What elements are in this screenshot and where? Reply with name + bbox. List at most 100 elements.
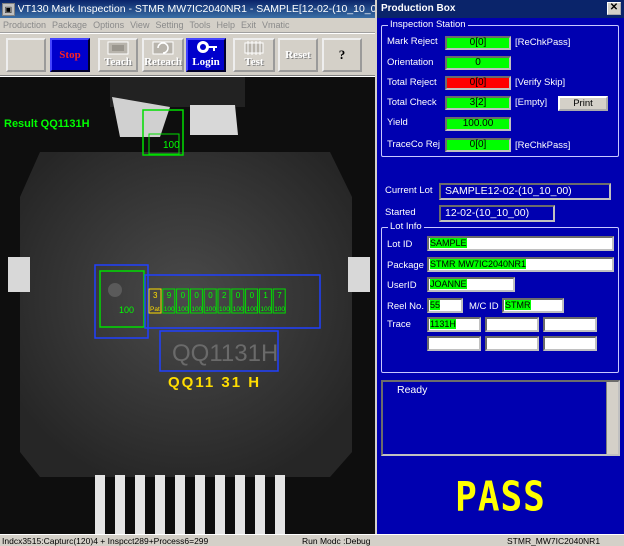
mcid-value: STMR <box>505 300 531 310</box>
result-label: Result QQ1131H <box>4 118 90 130</box>
char-label: 0 <box>181 291 186 300</box>
app-icon: ▣ <box>2 2 15 16</box>
message-scrollbar[interactable] <box>606 382 618 454</box>
menu-bar: Production Package Options View Setting … <box>0 18 375 33</box>
help-button[interactable]: ? <box>322 38 362 72</box>
chip-marking-text: QQ1131H <box>172 340 278 367</box>
orientation-label: Orientation <box>387 57 434 68</box>
package-label: Package <box>387 260 424 271</box>
char-label: 7 <box>277 291 282 300</box>
camera-image-view[interactable]: 100 Result QQ1131H 100 3 Pat 9 100 0 100 0 100 0… <box>0 77 375 534</box>
trace-field-1[interactable]: 1131H <box>427 317 481 332</box>
lot-id-label: Lot ID <box>387 239 413 250</box>
teach-label: Teach <box>104 56 132 68</box>
result-banner: PASS <box>455 473 546 522</box>
status-package: STMR_MW7IC2040NR1 <box>507 536 601 546</box>
trace-field-4[interactable] <box>427 336 481 351</box>
menu-help[interactable]: Help <box>217 20 236 30</box>
trace-field-3[interactable] <box>543 317 597 332</box>
user-id-value: JOANNE <box>430 279 467 289</box>
close-icon[interactable]: ✕ <box>607 2 621 15</box>
trace-field-2[interactable] <box>485 317 539 332</box>
started-value: 12-02-(10_10_00) <box>439 205 555 222</box>
help-icon: ? <box>338 47 346 62</box>
production-box: Production Box ✕ Inspection Station Mark… <box>375 0 624 534</box>
menu-vmatic[interactable]: Vmatic <box>262 20 290 30</box>
orientation-value: 0 <box>445 56 511 70</box>
teach-button[interactable]: Teach <box>98 38 138 72</box>
char-label: 0 <box>250 291 255 300</box>
mark-reject-label: Mark Reject <box>387 36 438 47</box>
login-icon <box>188 38 224 56</box>
recognized-text: QQ11 31 H <box>168 374 261 391</box>
status-run-mode: Run Modc :Debug <box>302 536 371 546</box>
toolbar: Stop Teach Reteach Login Test Reset ? <box>0 34 375 76</box>
menu-view[interactable]: View <box>130 20 149 30</box>
char-score: 100 <box>178 306 189 313</box>
chip-notch-right <box>348 257 370 292</box>
lot-id-field[interactable]: SAMPLE <box>427 236 614 251</box>
reel-no-label: Reel No. <box>387 301 424 312</box>
char-score: 100 <box>219 306 230 313</box>
logo-score: 100 <box>119 305 134 315</box>
lot-id-value: SAMPLE <box>430 238 467 248</box>
stop-label: Stop <box>59 49 81 61</box>
teach-icon <box>100 40 136 56</box>
trace-label: Trace <box>387 319 411 330</box>
login-label: Login <box>192 56 220 68</box>
chip-notch-left <box>8 257 30 292</box>
inspection-station-title: Inspection Station <box>388 19 468 30</box>
reteach-icon <box>144 40 182 56</box>
message-area[interactable]: Ready <box>381 380 620 456</box>
window-title: VT130 Mark Inspection - STMR MW7IC2040NR… <box>17 3 375 15</box>
current-lot-value: SAMPLE12-02-(10_10_00) <box>439 183 611 200</box>
lot-info-title: Lot Info <box>388 221 424 232</box>
menu-tools[interactable]: Tools <box>189 20 210 30</box>
total-reject-value: 0[0] <box>445 76 511 90</box>
total-reject-note: [Verify Skip] <box>515 77 566 88</box>
reset-button[interactable]: Reset <box>278 38 318 72</box>
menu-setting[interactable]: Setting <box>155 20 183 30</box>
logo-mark <box>108 283 122 297</box>
char-score: 100 <box>260 306 271 313</box>
chip-body <box>20 152 352 477</box>
top-box-score: 100 <box>163 140 180 151</box>
package-value: STMR MW7IC2040NR1 <box>430 259 527 269</box>
status-timing: Indcx3515:Capturc(120)4 + Inspcct289+Pro… <box>2 536 209 546</box>
total-check-note: [Empty] <box>515 97 548 108</box>
reteach-button[interactable]: Reteach <box>142 38 184 72</box>
test-button[interactable]: Test <box>233 38 275 72</box>
mcid-field[interactable]: STMR <box>502 298 564 313</box>
char-score: 100 <box>164 306 175 313</box>
trace-field-5[interactable] <box>485 336 539 351</box>
char-label: 2 <box>222 291 227 300</box>
print-button[interactable]: Print <box>558 96 608 111</box>
message-text: Ready <box>397 384 428 396</box>
trace-value: 1131H <box>430 319 456 329</box>
user-id-field[interactable]: JOANNE <box>427 277 515 292</box>
menu-package[interactable]: Package <box>52 20 87 30</box>
char-score: 100 <box>233 306 244 313</box>
package-field[interactable]: STMR MW7IC2040NR1 <box>427 257 614 272</box>
char-score: 100 <box>191 306 202 313</box>
menu-exit[interactable]: Exit <box>241 20 256 30</box>
char-score: Pat <box>150 306 160 313</box>
menu-production[interactable]: Production <box>3 20 46 30</box>
login-button[interactable]: Login <box>186 38 226 72</box>
trace-field-6[interactable] <box>543 336 597 351</box>
chip-bottom-pins <box>95 475 285 534</box>
stop-button[interactable]: Stop <box>50 38 90 72</box>
menu-options[interactable]: Options <box>93 20 124 30</box>
test-label: Test <box>244 56 264 68</box>
char-label: 0 <box>236 291 241 300</box>
reel-no-field[interactable]: 55 <box>427 298 463 313</box>
char-score: 100 <box>205 306 216 313</box>
reteach-label: Reteach <box>144 56 182 68</box>
traceco-rej-value: 0[0] <box>445 138 511 152</box>
traceco-rej-note: [ReChkPass] <box>515 140 571 151</box>
panel-title: Production Box <box>377 0 624 18</box>
blank-button[interactable] <box>6 38 46 72</box>
mcid-label: M/C ID <box>469 301 499 312</box>
title-bar: ▣ VT130 Mark Inspection - STMR MW7IC2040… <box>0 0 375 18</box>
reel-no-value: 55 <box>430 300 441 310</box>
